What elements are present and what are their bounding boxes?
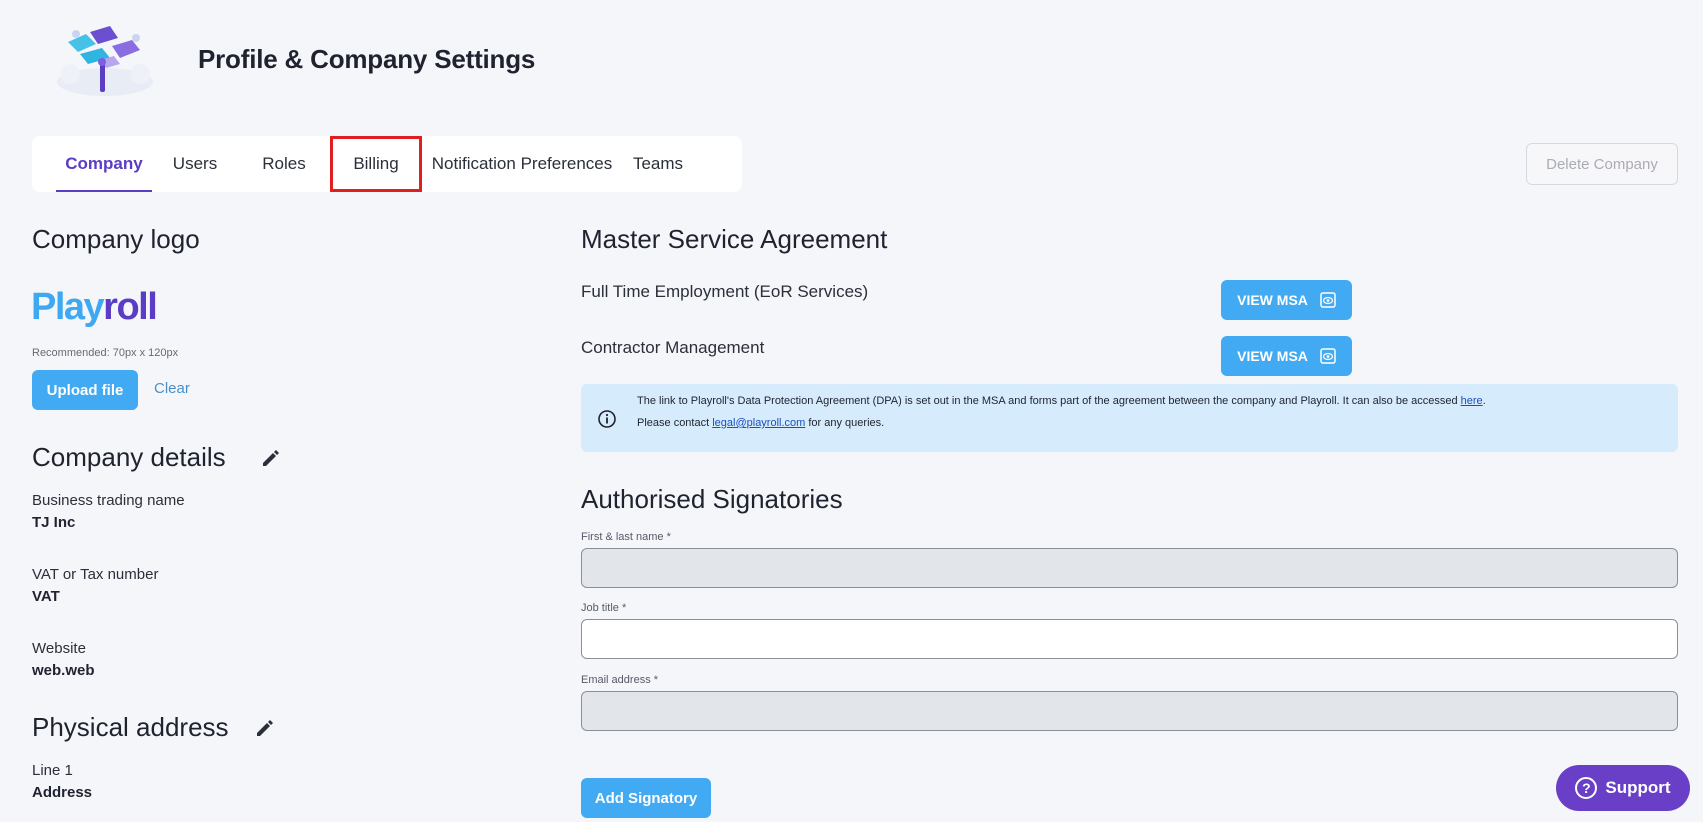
dpa-info-banner: The link to Playroll's Data Protection A… (581, 384, 1678, 452)
vat-number-label: VAT or Tax number (32, 566, 159, 583)
legal-email-link[interactable]: legal@playroll.com (712, 417, 805, 429)
view-msa-contractor-button[interactable]: VIEW MSA (1221, 336, 1352, 376)
signatory-name-input[interactable] (581, 548, 1678, 588)
tab-roles[interactable]: Roles (238, 136, 330, 192)
job-title-field-label: Job title * (581, 602, 627, 614)
tab-users[interactable]: Users (152, 136, 238, 192)
msa-contractor-label: Contractor Management (581, 338, 765, 357)
signatory-email-input[interactable] (581, 691, 1678, 731)
msa-eor-label: Full Time Employment (EoR Services) (581, 282, 869, 301)
website-value: web.web (32, 662, 95, 679)
signatories-heading: Authorised Signatories (581, 484, 843, 514)
business-trading-name-label: Business trading name (32, 492, 185, 509)
eye-icon (1320, 292, 1336, 308)
settings-tabs: Company Users Roles Billing Notification… (32, 136, 742, 192)
dpa-here-link[interactable]: here (1461, 395, 1483, 407)
edit-physical-address-icon[interactable] (255, 718, 275, 738)
team-puzzle-illustration (57, 26, 153, 96)
info-icon (598, 410, 616, 428)
logo-recommended-size: Recommended: 70px x 120px (32, 347, 179, 359)
tab-teams[interactable]: Teams (622, 136, 694, 192)
msa-heading: Master Service Agreement (581, 224, 888, 254)
page-header (40, 12, 170, 102)
help-icon: ? (1575, 777, 1598, 799)
delete-company-button[interactable]: Delete Company (1526, 143, 1678, 185)
address-line1-value: Address (32, 784, 93, 801)
page-title: Profile & Company Settings (198, 44, 536, 74)
tab-notification-preferences[interactable]: Notification Preferences (422, 136, 622, 192)
view-msa-eor-button[interactable]: VIEW MSA (1221, 280, 1352, 320)
email-field-label: Email address * (581, 674, 659, 686)
dpa-info-line2: Please contact legal@playroll.com for an… (637, 417, 885, 429)
eye-icon (1320, 348, 1336, 364)
upload-file-button[interactable]: Upload file (32, 370, 138, 410)
support-button[interactable]: ? Support (1556, 765, 1690, 811)
vat-number-value: VAT (32, 588, 60, 605)
address-line1-label: Line 1 (32, 762, 73, 779)
edit-company-details-icon[interactable] (261, 448, 281, 468)
business-trading-name-value: TJ Inc (32, 514, 76, 531)
tab-company[interactable]: Company (56, 136, 152, 192)
company-details-heading: Company details (32, 442, 226, 472)
tab-billing[interactable]: Billing (330, 136, 422, 192)
physical-address-heading: Physical address (32, 712, 229, 742)
company-logo: Playroll (31, 286, 158, 328)
signatory-job-title-input[interactable] (581, 619, 1678, 659)
website-label: Website (32, 640, 86, 657)
dpa-info-line1: The link to Playroll's Data Protection A… (637, 395, 1486, 407)
company-logo-heading: Company logo (32, 224, 200, 254)
clear-logo-link[interactable]: Clear (154, 380, 190, 397)
name-field-label: First & last name * (581, 531, 671, 543)
add-signatory-button[interactable]: Add Signatory (581, 778, 711, 818)
